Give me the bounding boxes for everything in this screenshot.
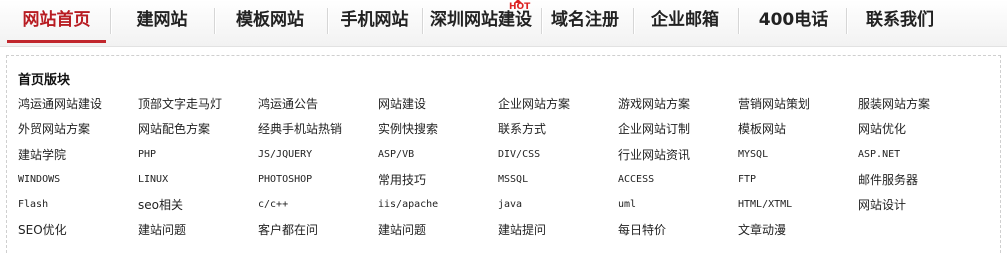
section-link[interactable]: 鸿运通公告 (258, 97, 318, 111)
section-link[interactable]: uml (618, 198, 636, 212)
section-link[interactable]: 外贸网站方案 (18, 122, 90, 136)
nav-item-template-site[interactable]: 模板网站 (218, 0, 322, 40)
section-link[interactable]: 企业网站方案 (498, 97, 570, 111)
section-link[interactable]: 行业网站资讯 (618, 148, 690, 162)
section-link[interactable]: 营销网站策划 (738, 97, 810, 111)
section-link[interactable]: ACCESS (618, 173, 654, 187)
section-link[interactable]: c/c++ (258, 198, 288, 212)
section-link[interactable]: 经典手机站热销 (258, 122, 342, 136)
section-link[interactable]: ASP.NET (858, 148, 900, 162)
panel-title: 首页版块 (18, 73, 71, 88)
section-link[interactable]: 建站问题 (378, 223, 426, 237)
section-link[interactable]: HTML/XTML (738, 198, 792, 212)
section-link[interactable]: seo相关 (138, 198, 183, 212)
section-link[interactable]: 联系方式 (498, 122, 546, 136)
nav-separator (846, 8, 847, 34)
section-link[interactable]: LINUX (138, 173, 168, 187)
nav-item-contact-us[interactable]: 联系我们 (850, 0, 950, 40)
section-link[interactable]: 每日特价 (618, 223, 666, 237)
section-link[interactable]: JS/JQUERY (258, 148, 312, 162)
section-link[interactable]: iis/apache (378, 198, 438, 212)
section-link[interactable]: 邮件服务器 (858, 173, 918, 187)
section-link[interactable]: 网站建设 (378, 97, 426, 111)
section-link[interactable]: 文章动漫 (738, 223, 786, 237)
section-link[interactable]: 建站学院 (18, 148, 66, 162)
section-link[interactable]: 建站提问 (498, 223, 546, 237)
nav-separator (738, 8, 739, 34)
section-link[interactable]: FTP (738, 173, 756, 187)
nav-separator (541, 8, 542, 34)
nav-separator (327, 8, 328, 34)
section-link[interactable]: 模板网站 (738, 122, 786, 136)
nav-item-domain-register[interactable]: 域名注册 (545, 0, 625, 40)
nav-item-home[interactable]: 网站首页 (7, 0, 106, 43)
section-link[interactable]: 网站配色方案 (138, 122, 210, 136)
section-link[interactable]: PHP (138, 148, 156, 162)
section-link[interactable]: 鸿运通网站建设 (18, 97, 102, 111)
nav-item-mobile-site[interactable]: 手机网站 (331, 0, 418, 40)
main-nav: 网站首页 建网站 模板网站 手机网站 深圳网站建设 域名注册 企业邮箱 400电话 联系我们 (0, 0, 1007, 47)
section-link[interactable]: WINDOWS (18, 173, 60, 187)
nav-item-build-site[interactable]: 建网站 (114, 0, 210, 40)
section-link[interactable]: 游戏网站方案 (618, 97, 690, 111)
section-link[interactable]: MSSQL (498, 173, 528, 187)
hot-badge: HOT (509, 0, 531, 12)
section-link[interactable]: MYSQL (738, 148, 768, 162)
section-link[interactable]: DIV/CSS (498, 148, 540, 162)
homepage-sections-panel: 首页版块 鸿运通网站建设 顶部文字走马灯 鸿运通公告 网站建设 企业网站方案 游戏网站方案… (6, 55, 1001, 253)
nav-item-400-phone[interactable]: 400电话 (745, 0, 842, 40)
section-link[interactable]: 顶部文字走马灯 (138, 97, 222, 111)
nav-separator (110, 8, 111, 34)
section-link[interactable]: 常用技巧 (378, 173, 426, 187)
section-link[interactable]: 客户都在问 (258, 223, 318, 237)
section-link[interactable]: 建站问题 (138, 223, 186, 237)
section-link[interactable]: ASP/VB (378, 148, 414, 162)
section-link[interactable]: 服装网站方案 (858, 97, 930, 111)
section-link[interactable]: PHOTOSHOP (258, 173, 312, 187)
section-link[interactable]: 网站优化 (858, 122, 906, 136)
section-link[interactable]: 网站设计 (858, 198, 906, 212)
nav-item-enterprise-mail[interactable]: 企业邮箱 (640, 0, 730, 40)
section-link[interactable]: java (498, 198, 522, 212)
nav-separator (422, 8, 423, 34)
section-link[interactable]: 实例快搜索 (378, 122, 438, 136)
section-link[interactable]: Flash (18, 198, 48, 212)
section-link[interactable]: SEO优化 (18, 223, 67, 237)
nav-separator (214, 8, 215, 34)
section-link[interactable]: 企业网站订制 (618, 122, 690, 136)
nav-separator (633, 8, 634, 34)
